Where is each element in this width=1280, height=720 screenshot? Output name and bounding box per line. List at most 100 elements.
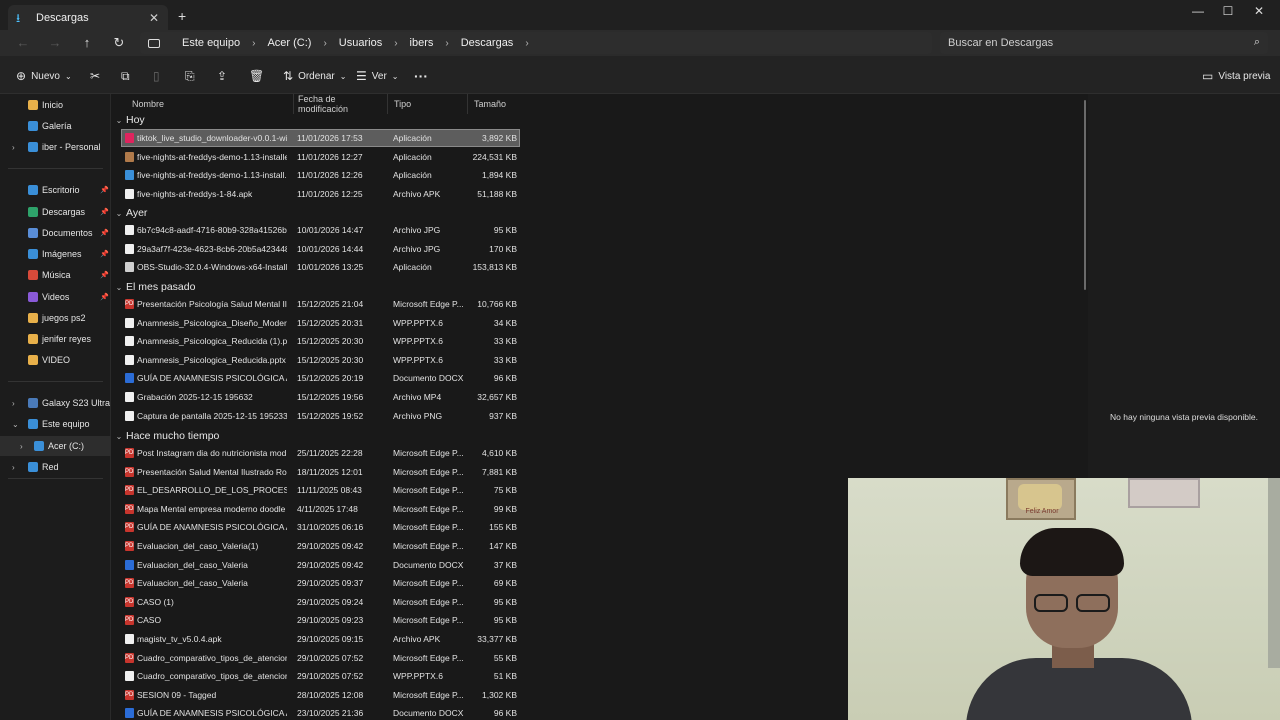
close-window-button[interactable]: ✕ [1249,4,1269,18]
chevron-right-icon[interactable]: › [20,442,23,451]
sidebar-item-iber-personal[interactable]: › iber - Personal [0,137,111,157]
file-row[interactable]: tiktok_live_studio_downloader-v0.0.1-wi.… [121,129,520,147]
delete-button[interactable]: 🗑 [249,68,264,84]
chevron-right-icon[interactable]: › [12,399,15,408]
chevron-down-icon[interactable]: ⌄ [112,116,126,125]
up-button[interactable]: ↑ [78,34,96,52]
sidebar-item-inicio[interactable]: Inicio [0,95,111,115]
close-tab-icon[interactable]: ✕ [148,11,160,25]
file-row[interactable]: five-nights-at-freddys-demo-1.13-install… [122,149,519,165]
column-header-date[interactable]: Fecha de modificación [292,94,388,114]
file-date: 10/01/2026 14:44 [297,243,364,254]
file-row[interactable]: PDFCuadro_comparativo_tipos_de_atencion 2… [122,650,519,666]
file-row[interactable]: PDFMapa Mental empresa moderno doodle ..… [122,501,519,517]
file-row[interactable]: Anamnesis_Psicologica_Reducida (1).pptx 1… [122,333,519,349]
column-header-type[interactable]: Tipo [388,94,468,114]
tab-descargas[interactable]: ⭳ Descargas ✕ [8,5,168,30]
file-row[interactable]: PDFCASO 29/10/2025 09:23 Microsoft Edge P.… [122,612,519,628]
sidebar-item-descargas[interactable]: Descargas 📌 [0,202,111,222]
file-row[interactable]: PDFPost Instagram dia do nutricionista m… [122,445,519,461]
view-button[interactable]: ☰ Ver ⌄ [356,68,398,84]
breadcrumb-usuarios[interactable]: Usuarios › [339,37,410,49]
sidebar-item-galeria[interactable]: Galería [0,116,111,136]
paste-button[interactable]: ▯ [153,68,160,84]
sort-button[interactable]: ⇅ Ordenar ⌄ [283,68,346,84]
sidebar-item-label: Red [42,462,59,472]
file-row[interactable]: PDFSESION 09 - Tagged 28/10/2025 12:08 Mic… [122,687,519,703]
column-type-label: Tipo [394,99,412,109]
group-header[interactable]: ⌄ Ayer [112,204,148,222]
file-row[interactable]: magistv_tv_v5.0.4.apk 29/10/2025 09:15 Arc… [122,631,519,647]
file-row[interactable]: PDFEL_DESARROLLO_DE_LOS_PROCESOS_PS... 11… [122,482,519,498]
file-row[interactable]: Anamnesis_Psicologica_Reducida.pptx 15/12… [122,352,519,368]
sidebar-item-jenifer-reyes[interactable]: jenifer reyes [0,329,111,349]
sidebar-item-este-equipo[interactable]: ⌄ Este equipo [0,414,111,434]
file-row[interactable]: 29a3af7f-423e-4623-8cb6-20b5a423448f 10/0… [122,241,519,257]
column-header-name[interactable]: Nombre [126,94,294,114]
sidebar-item-video[interactable]: VIDEO [0,350,111,370]
file-row[interactable]: PDFPresentación Psicología Salud Mental … [122,296,519,312]
group-header[interactable]: ⌄ Hoy [112,111,145,129]
copy-button[interactable]: ⧉ [121,68,130,84]
chevron-down-icon[interactable]: ⌄ [112,209,126,218]
file-pdf-icon: PDF [125,652,134,663]
maximize-button[interactable]: ☐ [1218,4,1238,18]
file-row[interactable]: 6b7c94c8-aadf-4716-80b9-328a41526b7e 10/0… [122,222,519,238]
file-row[interactable]: five-nights-at-freddys-demo-1.13-install… [122,167,519,183]
more-options-button[interactable]: ··· [414,68,428,84]
file-row[interactable]: Evaluacion_del_caso_Valeria 29/10/2025 09… [122,557,519,573]
group-header[interactable]: ⌄ El mes pasado [112,278,196,296]
file-row[interactable]: GUÍA DE ANAMNESIS PSICOLÓGICA AD... 15/12… [122,370,519,386]
forward-button[interactable]: → [46,34,64,52]
breadcrumb-este-equipo[interactable]: Este equipo › [182,37,267,49]
sidebar-item-acer-c[interactable]: › Acer (C:) [0,436,111,456]
address-bar[interactable]: Este equipo › Acer (C:) › Usuarios › ibers ›… [140,32,932,54]
breadcrumb-label: Acer (C:) [267,37,312,49]
chevron-right-icon[interactable]: › [12,463,15,472]
sidebar-item-juegos-ps2[interactable]: juegos ps2 [0,308,111,328]
chevron-right-icon[interactable]: › [12,143,15,152]
sidebar-item-imagenes[interactable]: Imágenes 📌 [0,244,111,264]
sidebar-item-documentos[interactable]: Documentos 📌 [0,223,111,243]
file-row[interactable]: Anamnesis_Psicologica_Diseño_Modern... 15… [122,315,519,331]
file-row[interactable]: Cuadro_comparativo_tipos_de_atencion... 2… [122,668,519,684]
file-row[interactable]: GUÍA DE ANAMNESIS PSICOLÓGICA AD... 23/10… [122,705,519,720]
sort-icon: ⇅ [283,69,294,83]
preview-pane-button[interactable]: ▭ Vista previa [1202,68,1270,84]
new-button[interactable]: ⊕ Nuevo ⌄ [16,68,72,84]
column-header-size[interactable]: Tamaño [468,94,522,114]
file-row[interactable]: PDFCASO (1) 29/10/2025 09:24 Microsoft Edg… [122,594,519,610]
sidebar-item-galaxy-s23[interactable]: › Galaxy S23 Ultra 5G [0,393,125,413]
breadcrumb-descargas[interactable]: Descargas › [461,37,541,49]
chevron-down-icon[interactable]: ⌄ [112,432,126,441]
music-icon [28,270,38,280]
breadcrumb-acer[interactable]: Acer (C:) › [267,37,338,49]
cut-button[interactable]: ✂ [90,68,100,84]
new-tab-button[interactable]: + [178,8,186,24]
chevron-down-icon[interactable]: ⌄ [112,283,126,292]
tab-title: Descargas [36,11,89,24]
file-row[interactable]: PDFEvaluacion_del_caso_Valeria(1) 29/10/2… [122,538,519,554]
chevron-down-icon[interactable]: ⌄ [12,420,19,429]
rename-button[interactable]: ⎘ [185,68,195,84]
minimize-button[interactable]: — [1188,4,1208,18]
refresh-button[interactable]: ↻ [110,34,128,52]
file-row[interactable]: Captura de pantalla 2025-12-15 195233 15/… [122,408,519,424]
file-row[interactable]: PDFPresentación Salud Mental Ilustrado R… [122,464,519,480]
file-row[interactable]: OBS-Studio-32.0.4-Windows-x64-Installer 1… [122,259,519,275]
sidebar-item-escritorio[interactable]: Escritorio 📌 [0,180,111,200]
search-input[interactable]: Buscar en Descargas ⌕ [940,32,1268,54]
sidebar-item-videos[interactable]: Videos 📌 [0,287,111,307]
file-row[interactable]: PDFEvaluacion_del_caso_Valeria 29/10/2025… [122,575,519,591]
sidebar-item-musica[interactable]: Música 📌 [0,265,111,285]
file-row[interactable]: Grabación 2025-12-15 195632 15/12/2025 19… [122,389,519,405]
vertical-scrollbar[interactable] [1084,100,1086,290]
group-label: El mes pasado [126,281,196,293]
back-button[interactable]: ← [14,34,32,52]
sidebar-item-red[interactable]: › Red [0,457,111,477]
group-header[interactable]: ⌄ Hace mucho tiempo [112,427,220,445]
share-button[interactable]: ⇪ [217,68,227,84]
file-row[interactable]: five-nights-at-freddys-1-84.apk 11/01/202… [122,186,519,202]
file-row[interactable]: PDFGUÍA DE ANAMNESIS PSICOLÓGICA AD... 31… [122,519,519,535]
breadcrumb-ibers[interactable]: ibers › [410,37,461,49]
